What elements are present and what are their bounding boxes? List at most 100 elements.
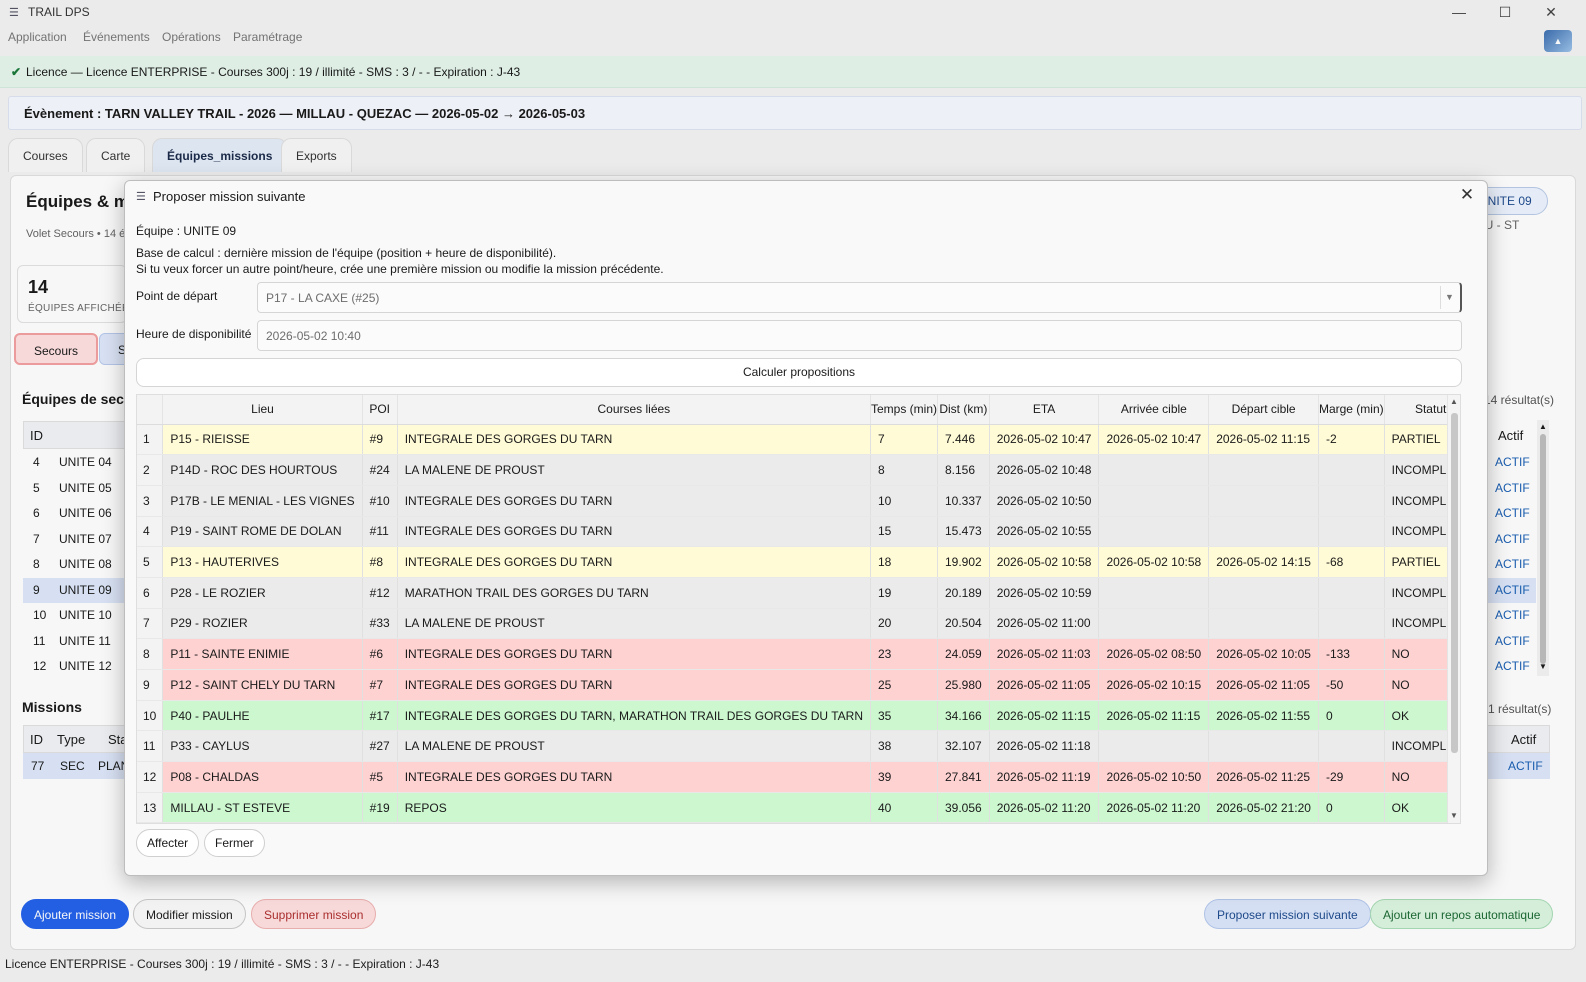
cell-courses: LA MALENE DE PROUST [397,608,871,640]
cell-lieu: P33 - CAYLUS [162,730,363,763]
col-arrivee[interactable]: Arrivée cible [1098,395,1210,425]
cell-marge: -133 [1318,638,1385,670]
cell-dist: 20.189 [937,577,990,609]
cell-lieu: P12 - SAINT CHELY DU TARN [162,669,363,701]
cell-eta: 2026-05-02 11:18 [989,730,1100,763]
start-point-value: P17 - LA CAXE (#25) [266,291,380,305]
cell-courses: INTEGRALE DES GORGES DU TARN [397,669,871,701]
col-temps[interactable]: Temps (min) [870,395,939,425]
cell-eta: 2026-05-02 10:55 [989,516,1100,548]
cell-marge [1318,577,1385,609]
cell-dist: 20.504 [937,608,990,640]
close-dialog-button[interactable]: Fermer [204,829,265,857]
row-number: 8 [137,638,164,670]
proposal-row[interactable]: 7 P29 - ROZIER #33 LA MALENE DE PROUST 20 20.… [137,608,1460,640]
cell-marge: -68 [1318,546,1385,578]
cell-marge [1318,608,1385,640]
cell-temps: 39 [870,761,939,793]
row-number: 7 [137,608,164,640]
calculate-proposals-button[interactable]: Calculer propositions [136,358,1462,387]
dialog-app-icon: ☰ [136,191,146,203]
proposal-row[interactable]: 3 P17B - LE MENIAL - LES VIGNES #10 INTEGRA… [137,485,1460,517]
cell-courses: INTEGRALE DES GORGES DU TARN [397,638,871,670]
assign-button[interactable]: Affecter [136,829,200,857]
col-lieu[interactable]: Lieu [162,395,363,425]
cell-temps: 7 [870,424,939,456]
scroll-down-icon[interactable]: ▼ [1450,811,1458,820]
dialog-close-icon[interactable]: ✕ [1455,184,1479,208]
cell-dist: 10.337 [937,485,990,517]
cell-marge: 0 [1318,792,1385,823]
table-header-row: Lieu POI Courses liées Temps (min) Dist … [137,395,1460,425]
cell-eta: 2026-05-02 11:20 [989,792,1100,823]
cell-marge [1318,485,1385,517]
cell-dist: 15.473 [937,516,990,548]
row-number: 12 [137,761,164,793]
cell-dep: 2026-05-02 11:15 [1208,424,1319,456]
cell-arr [1098,454,1210,486]
col-marge[interactable]: Marge (min) [1318,395,1385,425]
availability-input[interactable]: 2026-05-02 10:40 [257,320,1462,351]
cell-dep: 2026-05-02 11:55 [1208,700,1319,732]
start-point-select[interactable]: P17 - LA CAXE (#25) ▼ [257,282,1462,313]
chevron-down-icon[interactable]: ▼ [1440,286,1458,309]
row-number: 3 [137,485,164,517]
col-courses[interactable]: Courses liées [397,395,871,425]
proposal-row[interactable]: 12 P08 - CHALDAS #5 INTEGRALE DES GORGES DU… [137,761,1460,793]
cell-dep [1208,516,1319,548]
proposal-row[interactable]: 1 P15 - RIEISSE #9 INTEGRALE DES GORGES DU … [137,424,1460,456]
dialog-team: Équipe : UNITE 09 [136,224,237,238]
cell-arr [1098,485,1210,517]
proposal-row[interactable]: 4 P19 - SAINT ROME DE DOLAN #11 INTEGRALE D… [137,516,1460,548]
cell-poi: #10 [362,485,398,517]
col-dist[interactable]: Dist (km) [937,395,990,425]
cell-courses: MARATHON TRAIL DES GORGES DU TARN [397,577,871,609]
cell-eta: 2026-05-02 10:47 [989,424,1100,456]
cell-courses: REPOS [397,792,871,823]
cell-dep [1208,454,1319,486]
cell-lieu: P14D - ROC DES HOURTOUS [162,454,363,486]
cell-poi: #6 [362,638,398,670]
cell-lieu: P28 - LE ROZIER [162,577,363,609]
cell-courses: INTEGRALE DES GORGES DU TARN, MARATHON T… [397,700,871,732]
proposal-row[interactable]: 9 P12 - SAINT CHELY DU TARN #7 INTEGRALE DE… [137,669,1460,701]
propose-mission-dialog: ☰ Proposer mission suivante ✕ Équipe : U… [124,180,1488,876]
proposal-row[interactable]: 11 P33 - CAYLUS #27 LA MALENE DE PROUST 38 32… [137,730,1460,763]
row-number: 9 [137,669,164,701]
cell-poi: #8 [362,546,398,578]
cell-poi: #7 [362,669,398,701]
proposal-row[interactable]: 5 P13 - HAUTERIVES #8 INTEGRALE DES GORGES … [137,546,1460,578]
cell-temps: 35 [870,700,939,732]
col-depart[interactable]: Départ cible [1208,395,1319,425]
proposal-row[interactable]: 13 MILLAU - ST ESTEVE #19 REPOS 40 39.056 2026… [137,792,1460,823]
scroll-up-icon[interactable]: ▲ [1450,397,1458,406]
cell-lieu: P15 - RIEISSE [162,424,363,456]
cell-eta: 2026-05-02 11:00 [989,608,1100,640]
cell-arr: 2026-05-02 10:15 [1098,669,1210,701]
cell-poi: #5 [362,761,398,793]
cell-courses: INTEGRALE DES GORGES DU TARN [397,546,871,578]
cell-courses: INTEGRALE DES GORGES DU TARN [397,424,871,456]
cell-lieu: P29 - ROZIER [162,608,363,640]
dialog-basis-line2: Si tu veux forcer un autre point/heure, … [136,262,664,276]
proposal-row[interactable]: 2 P14D - ROC DES HOURTOUS #24 LA MALENE DE … [137,454,1460,486]
availability-label: Heure de disponibilité [136,327,252,341]
cell-eta: 2026-05-02 10:59 [989,577,1100,609]
cell-lieu: P11 - SAINTE ENIMIE [162,638,363,670]
cell-arr: 2026-05-02 10:47 [1098,424,1210,456]
cell-arr: 2026-05-02 11:15 [1098,700,1210,732]
col-poi[interactable]: POI [362,395,398,425]
proposal-row[interactable]: 10 P40 - PAULHE #17 INTEGRALE DES GORGES DU… [137,700,1460,732]
col-eta[interactable]: ETA [989,395,1100,425]
cell-eta: 2026-05-02 10:48 [989,454,1100,486]
scroll-thumb[interactable] [1451,413,1458,753]
cell-courses: INTEGRALE DES GORGES DU TARN [397,761,871,793]
cell-dist: 8.156 [937,454,990,486]
cell-marge: -50 [1318,669,1385,701]
proposal-row[interactable]: 6 P28 - LE ROZIER #12 MARATHON TRAIL DES GO… [137,577,1460,609]
cell-temps: 8 [870,454,939,486]
cell-arr: 2026-05-02 08:50 [1098,638,1210,670]
proposal-row[interactable]: 8 P11 - SAINTE ENIMIE #6 INTEGRALE DES GORG… [137,638,1460,670]
grid-scrollbar[interactable]: ▲ ▼ [1447,395,1460,823]
cell-eta: 2026-05-02 10:58 [989,546,1100,578]
